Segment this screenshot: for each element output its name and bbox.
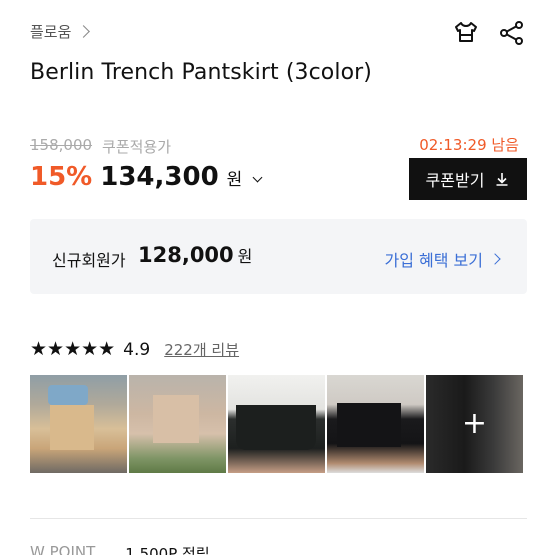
discount-rate: 15% xyxy=(30,162,93,192)
coupon-timer: 02:13:29 남음 xyxy=(419,136,519,154)
original-price: 158,000 xyxy=(30,136,93,154)
plus-icon: + xyxy=(461,406,488,441)
header-actions xyxy=(451,18,527,48)
new-member-price: 128,000 원 xyxy=(138,243,252,267)
review-photo[interactable] xyxy=(30,375,127,473)
breadcrumb[interactable]: 플로움 xyxy=(30,21,91,42)
sale-price: 134,300 xyxy=(100,162,219,192)
star-rating-icons: ★★★★★ xyxy=(30,338,116,360)
signup-benefit-label[interactable]: 가입 혜택 보기 xyxy=(385,247,484,271)
top-bar: 플로움 xyxy=(30,18,527,46)
new-member-label: 신규회원가 xyxy=(52,251,126,270)
point-value: 1,500P 적립 xyxy=(125,545,210,555)
coupon-price-label: 쿠폰적용가 xyxy=(102,138,172,156)
new-member-price-box: 신규회원가 128,000 원 가입 혜택 보기 xyxy=(30,219,527,294)
point-label: W POINT xyxy=(30,543,96,555)
review-count-link[interactable]: 222개 리뷰 xyxy=(164,339,239,360)
chevron-right-icon xyxy=(77,25,91,38)
chevron-down-icon[interactable] xyxy=(252,172,263,183)
coupon-button-label: 쿠폰받기 xyxy=(425,171,485,190)
currency-unit: 원 xyxy=(226,170,243,190)
chevron-right-icon xyxy=(489,253,501,265)
coupon-download-button[interactable]: 쿠폰받기 xyxy=(409,158,527,200)
review-photo[interactable] xyxy=(129,375,226,473)
shirt-icon[interactable] xyxy=(451,18,481,48)
new-member-price-value: 128,000 xyxy=(138,243,234,267)
share-icon[interactable] xyxy=(497,18,527,48)
original-price-row: 158,000 쿠폰적용가 xyxy=(30,136,171,157)
point-row: W POINT 1,500P 적립 xyxy=(30,543,210,555)
section-divider xyxy=(30,518,527,519)
product-title: Berlin Trench Pantskirt (3color) xyxy=(30,60,372,85)
breadcrumb-brand[interactable]: 플로움 xyxy=(30,21,71,42)
price-block: 158,000 쿠폰적용가 02:13:29 남음 15% 134,300 원 … xyxy=(30,134,527,204)
review-photo[interactable] xyxy=(228,375,325,473)
signup-benefit-link[interactable]: 가입 혜택 보기 xyxy=(385,247,501,271)
sale-price-row[interactable]: 15% 134,300 원 xyxy=(30,162,263,192)
review-photo[interactable] xyxy=(327,375,424,473)
rating-value: 4.9 xyxy=(123,339,151,360)
download-icon xyxy=(496,173,508,186)
more-review-photos[interactable]: + xyxy=(426,375,523,473)
review-photo-strip: + xyxy=(30,375,523,473)
new-member-currency: 원 xyxy=(237,247,253,266)
rating-row: ★★★★★ 4.9 222개 리뷰 xyxy=(30,339,239,360)
